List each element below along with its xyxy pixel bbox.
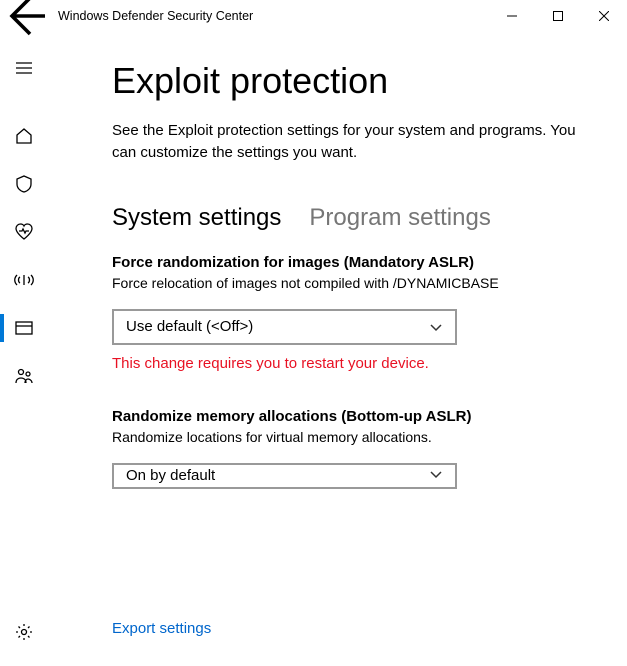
home-icon xyxy=(14,126,34,146)
sidebar-item-firewall[interactable] xyxy=(0,256,48,304)
page-description: See the Exploit protection settings for … xyxy=(112,120,587,164)
tab-system-settings[interactable]: System settings xyxy=(112,204,281,232)
hamburger-button[interactable] xyxy=(0,44,48,92)
close-button[interactable] xyxy=(581,0,627,32)
hamburger-icon xyxy=(15,59,33,77)
window-controls xyxy=(489,0,627,32)
minimize-button[interactable] xyxy=(489,0,535,32)
sidebar-item-family[interactable] xyxy=(0,352,48,400)
sidebar-item-app-browser[interactable] xyxy=(0,304,48,352)
sidebar xyxy=(0,32,48,666)
dropdown-mandatory-aslr[interactable]: Use default (<Off>) xyxy=(112,309,457,345)
close-icon xyxy=(599,11,609,21)
back-button[interactable] xyxy=(0,0,48,32)
tab-program-settings[interactable]: Program settings xyxy=(309,204,490,232)
maximize-button[interactable] xyxy=(535,0,581,32)
export-bar: Export settings xyxy=(112,616,587,638)
setting-desc: Force relocation of images not compiled … xyxy=(112,275,587,291)
chevron-down-icon xyxy=(429,320,443,334)
setting-bottomup-aslr: Randomize memory allocations (Bottom-up … xyxy=(112,408,587,489)
dropdown-value: Use default (<Off>) xyxy=(126,318,253,335)
sidebar-item-health[interactable] xyxy=(0,208,48,256)
tabs: System settings Program settings xyxy=(112,204,587,232)
titlebar: Windows Defender Security Center xyxy=(0,0,627,32)
content-area: Exploit protection See the Exploit prote… xyxy=(48,32,627,666)
dropdown-value: On by default xyxy=(126,467,215,484)
sidebar-item-home[interactable] xyxy=(0,112,48,160)
sidebar-item-settings[interactable] xyxy=(0,608,48,656)
setting-desc: Randomize locations for virtual memory a… xyxy=(112,429,587,445)
setting-title: Force randomization for images (Mandator… xyxy=(112,254,587,271)
chevron-down-icon xyxy=(429,467,443,481)
setting-mandatory-aslr: Force randomization for images (Mandator… xyxy=(112,254,587,372)
restart-warning: This change requires you to restart your… xyxy=(112,355,587,372)
shield-icon xyxy=(14,174,34,194)
window-title: Windows Defender Security Center xyxy=(58,9,253,23)
gear-icon xyxy=(14,622,34,642)
dropdown-bottomup-aslr[interactable]: On by default xyxy=(112,463,457,489)
family-icon xyxy=(14,366,34,386)
export-settings-link[interactable]: Export settings xyxy=(112,620,211,637)
app-browser-icon xyxy=(14,318,34,338)
network-icon xyxy=(14,270,34,290)
sidebar-item-virus[interactable] xyxy=(0,160,48,208)
setting-title: Randomize memory allocations (Bottom-up … xyxy=(112,408,587,425)
minimize-icon xyxy=(507,11,517,21)
heart-icon xyxy=(14,222,34,242)
maximize-icon xyxy=(553,11,563,21)
page-title: Exploit protection xyxy=(112,60,587,102)
